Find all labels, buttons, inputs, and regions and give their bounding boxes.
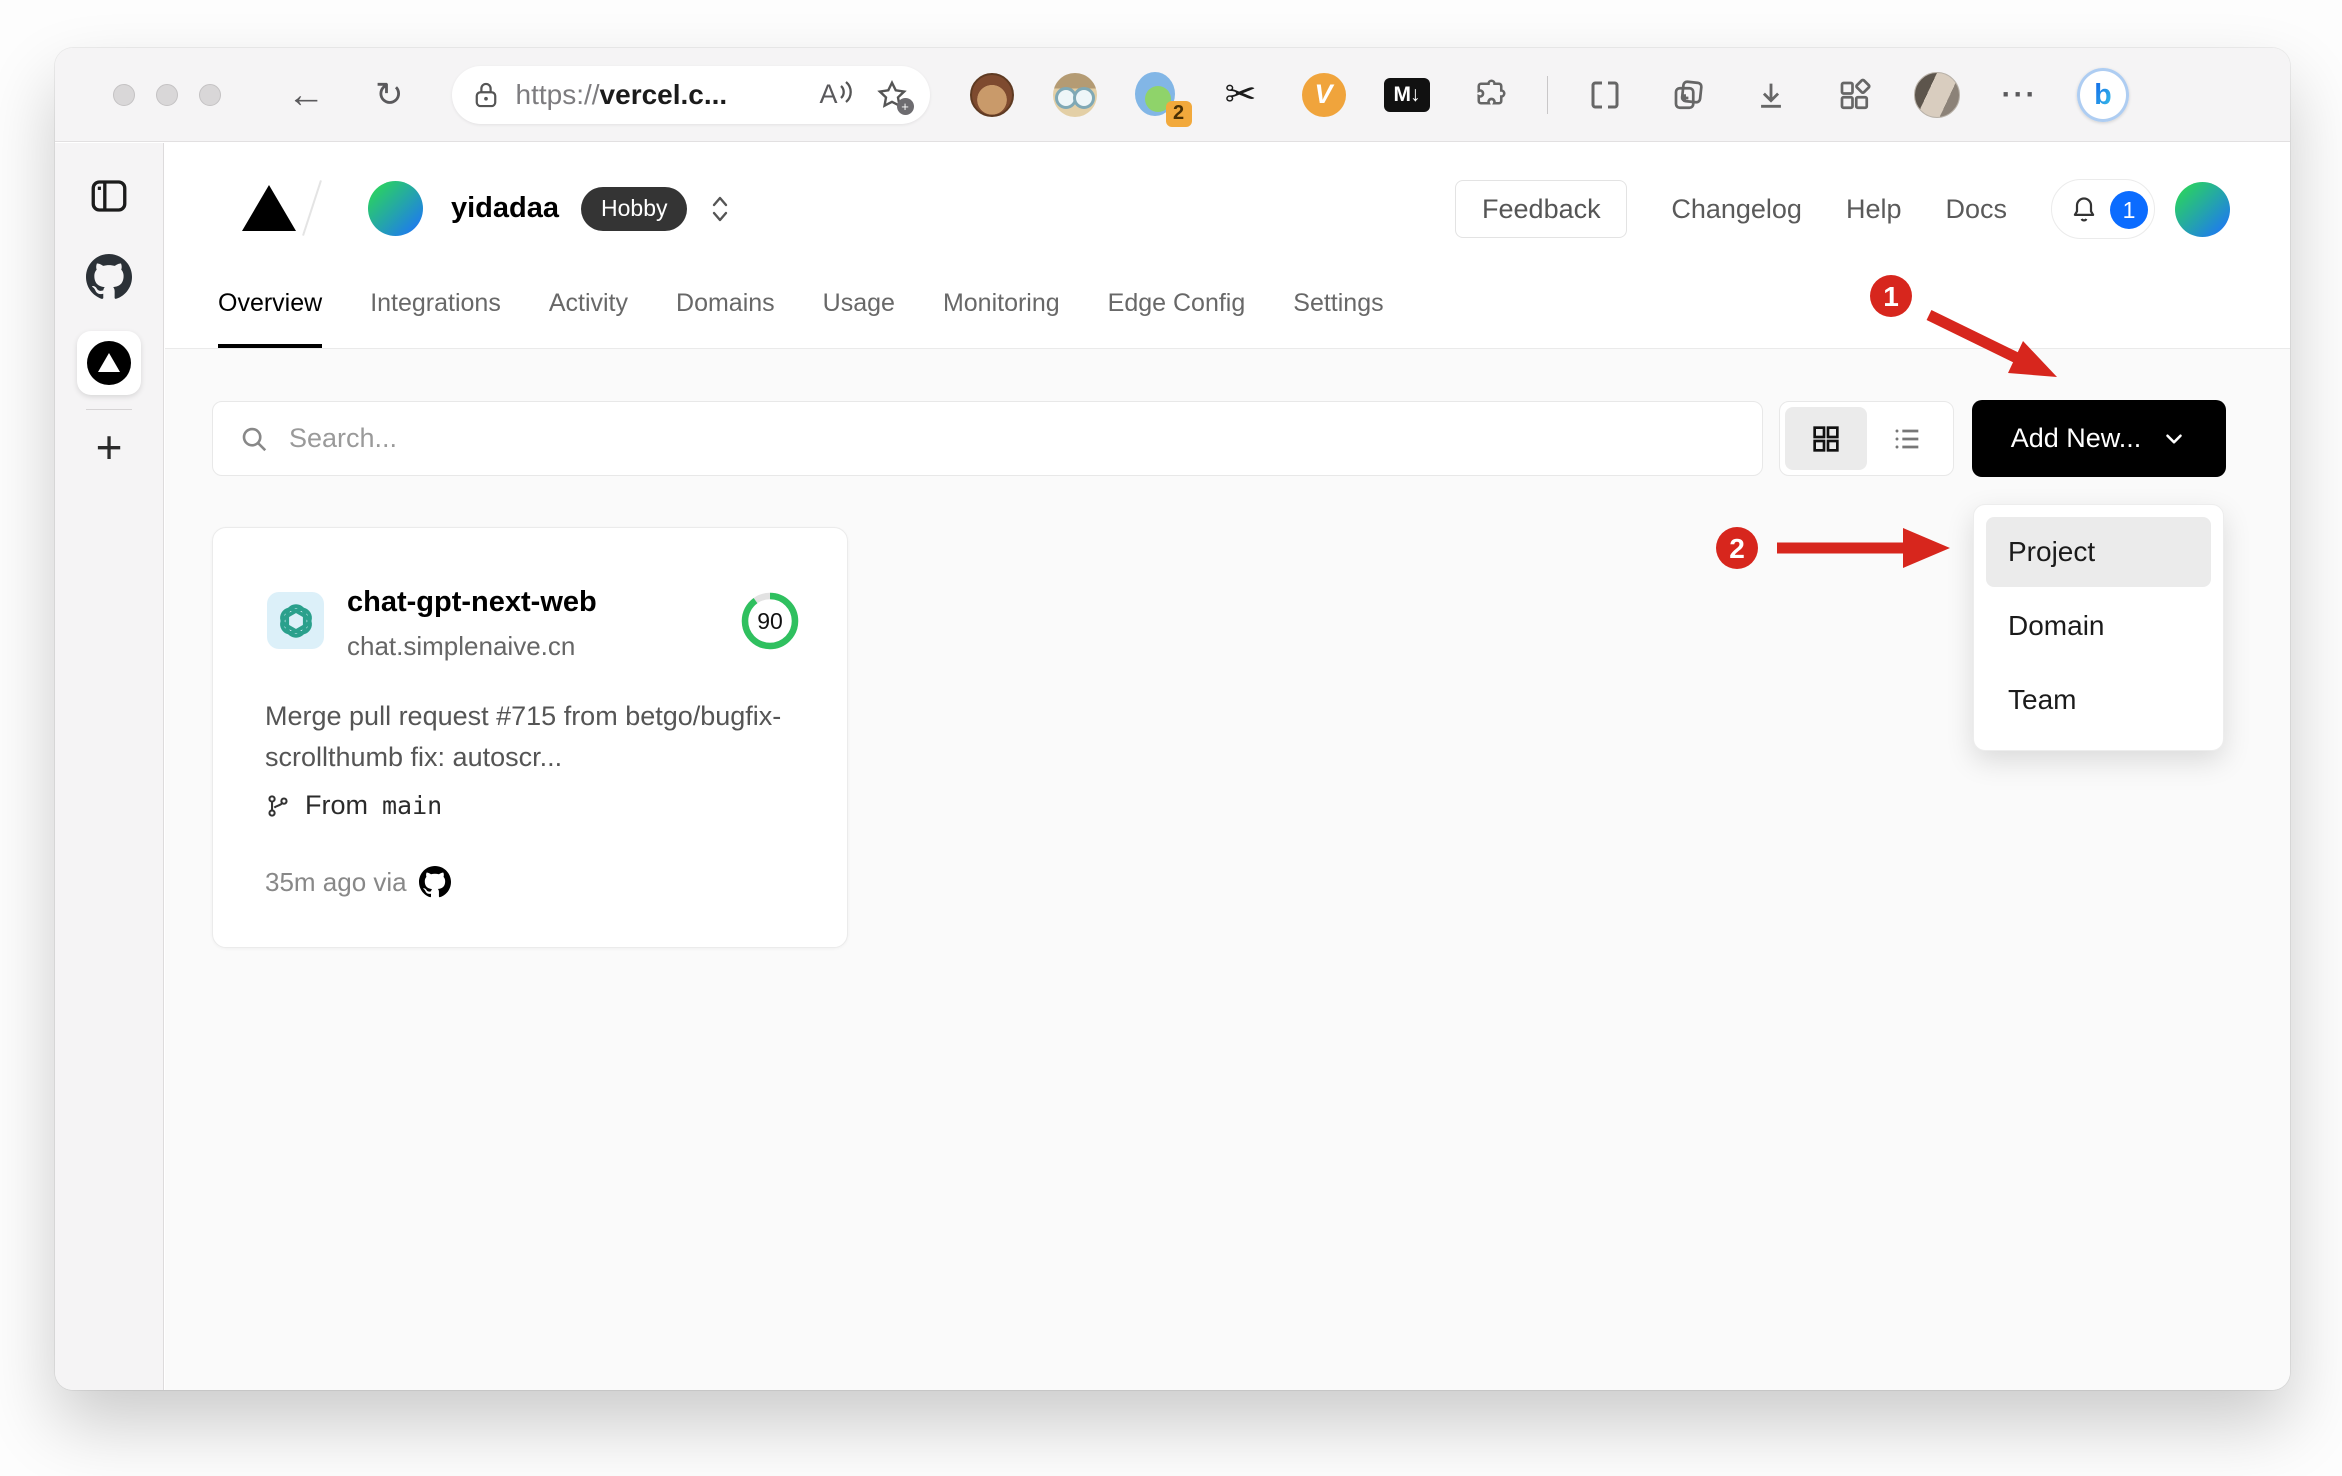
minimize-window-button[interactable] bbox=[156, 83, 178, 106]
project-search[interactable] bbox=[212, 401, 1763, 476]
vertical-tab-strip: + bbox=[55, 143, 164, 1390]
tab-usage[interactable]: Usage bbox=[823, 289, 895, 348]
bing-chat-icon[interactable]: b bbox=[2076, 67, 2129, 122]
dropdown-item-project[interactable]: Project bbox=[1986, 517, 2211, 587]
favorite-star-icon[interactable]: + bbox=[876, 79, 914, 115]
docs-link[interactable]: Docs bbox=[1945, 194, 2007, 225]
avatar-extension-icon[interactable] bbox=[1049, 69, 1101, 121]
markdown-extension-icon[interactable]: M↓ bbox=[1381, 69, 1433, 121]
branch-row: From main bbox=[265, 790, 442, 821]
dashboard-header: yidadaa Hobby Feedback Changelog Help Do… bbox=[165, 143, 2290, 349]
list-view-icon bbox=[1895, 429, 1919, 448]
vercel-dashboard: yidadaa Hobby Feedback Changelog Help Do… bbox=[165, 143, 2290, 1390]
url-text: https://vercel.c... bbox=[515, 78, 728, 110]
proxy-extension-icon[interactable]: 2 bbox=[1132, 69, 1192, 127]
breadcrumb-slash bbox=[302, 180, 322, 236]
dropdown-item-team[interactable]: Team bbox=[1986, 665, 2211, 735]
team-name: yidadaa bbox=[451, 192, 559, 224]
tab-overview[interactable]: Overview bbox=[218, 289, 323, 348]
team-avatar[interactable] bbox=[368, 181, 423, 236]
header-actions: Feedback Changelog Help Docs 1 bbox=[1455, 179, 2230, 239]
user-avatar[interactable] bbox=[2175, 181, 2230, 237]
dashboard-nav-tabs: Overview Integrations Activity Domains U… bbox=[218, 289, 1384, 348]
github-icon bbox=[419, 866, 451, 898]
close-window-button[interactable] bbox=[113, 83, 135, 106]
svg-text:b: b bbox=[2094, 79, 2111, 111]
read-aloud-icon[interactable]: A bbox=[819, 79, 853, 110]
changelog-link[interactable]: Changelog bbox=[1671, 194, 1802, 225]
branch-name[interactable]: main bbox=[382, 791, 442, 820]
team-switcher[interactable]: yidadaa Hobby bbox=[451, 181, 731, 236]
zoom-window-button[interactable] bbox=[199, 83, 221, 106]
branch-label: From bbox=[305, 790, 368, 820]
search-icon bbox=[242, 427, 267, 451]
extensions-bar: 2 ✂ V M↓ ··· b bbox=[966, 67, 2129, 127]
add-new-button[interactable]: Add New... bbox=[1972, 400, 2226, 477]
add-new-dropdown: Project Domain Team bbox=[1973, 504, 2224, 751]
grid-view-button[interactable] bbox=[1785, 407, 1867, 470]
score-value: 90 bbox=[757, 607, 783, 634]
deployment-meta: 35m ago via bbox=[265, 866, 451, 898]
deployment-time: 35m ago via bbox=[265, 866, 407, 897]
clip-extension-icon[interactable]: ✂ bbox=[1215, 69, 1267, 121]
plan-badge: Hobby bbox=[581, 186, 688, 231]
toolbar-divider bbox=[1546, 75, 1548, 114]
downloads-icon[interactable] bbox=[1745, 69, 1797, 121]
chevron-down-icon bbox=[2166, 433, 2183, 444]
profile-avatar[interactable] bbox=[1911, 69, 1963, 121]
tab-domains[interactable]: Domains bbox=[676, 289, 775, 348]
apps-launcher-icon[interactable] bbox=[1828, 69, 1880, 121]
extensions-puzzle-icon[interactable] bbox=[1464, 69, 1516, 121]
browser-window: ← ↻ https://vercel.c... A + 2 ✂ V M↓ ···… bbox=[55, 48, 2290, 1390]
help-link[interactable]: Help bbox=[1846, 194, 1902, 225]
vercel-favicon bbox=[87, 341, 131, 385]
tab-activity[interactable]: Activity bbox=[549, 289, 628, 348]
notifications-button[interactable]: 1 bbox=[2051, 179, 2155, 239]
split-screen-icon[interactable] bbox=[1579, 69, 1631, 121]
vercel-tab-active[interactable] bbox=[77, 331, 141, 395]
search-input[interactable] bbox=[289, 423, 1736, 454]
vercel-logo[interactable] bbox=[242, 185, 296, 231]
lock-icon bbox=[475, 82, 496, 107]
github-tab-icon[interactable] bbox=[86, 254, 132, 305]
address-bar[interactable]: https://vercel.c... A + bbox=[451, 65, 930, 124]
feedback-button[interactable]: Feedback bbox=[1455, 180, 1628, 238]
dropdown-item-domain[interactable]: Domain bbox=[1986, 591, 2211, 661]
project-domain[interactable]: chat.simplenaive.cn bbox=[347, 631, 597, 662]
tab-integrations[interactable]: Integrations bbox=[370, 289, 501, 348]
refresh-button[interactable]: ↻ bbox=[375, 78, 404, 112]
tab-settings[interactable]: Settings bbox=[1293, 289, 1383, 348]
extension-badge: 2 bbox=[1165, 100, 1192, 127]
lighthouse-score: 90 bbox=[741, 592, 799, 650]
tab-edge-config[interactable]: Edge Config bbox=[1108, 289, 1246, 348]
team-select-chevrons-icon[interactable] bbox=[709, 192, 731, 226]
grid-view-icon bbox=[1813, 425, 1839, 452]
project-card[interactable]: chat-gpt-next-web chat.simplenaive.cn 90… bbox=[212, 527, 848, 948]
tab-panel-icon[interactable] bbox=[88, 175, 130, 222]
bell-icon bbox=[2073, 197, 2095, 222]
back-button[interactable]: ← bbox=[287, 76, 325, 114]
new-tab-button[interactable]: + bbox=[96, 424, 123, 470]
latest-commit-message[interactable]: Merge pull request #715 from betgo/bugfi… bbox=[265, 696, 785, 778]
project-favicon-openai-icon bbox=[267, 592, 324, 649]
list-view-button[interactable] bbox=[1867, 407, 1949, 470]
browser-toolbar: ← ↻ https://vercel.c... A + 2 ✂ V M↓ ···… bbox=[55, 48, 2290, 142]
project-name[interactable]: chat-gpt-next-web bbox=[347, 586, 597, 619]
browser-menu-icon[interactable]: ··· bbox=[1994, 69, 2046, 121]
git-branch-icon bbox=[268, 794, 288, 817]
video-extension-icon[interactable]: V bbox=[1298, 69, 1350, 121]
collections-icon[interactable] bbox=[1662, 69, 1714, 121]
project-titles: chat-gpt-next-web chat.simplenaive.cn bbox=[347, 586, 597, 662]
tampermonkey-extension-icon[interactable] bbox=[966, 69, 1018, 121]
view-toggle bbox=[1779, 401, 1954, 476]
notification-count-badge: 1 bbox=[2110, 191, 2148, 229]
window-controls bbox=[113, 83, 221, 106]
tab-strip-divider bbox=[86, 409, 132, 410]
tab-monitoring[interactable]: Monitoring bbox=[943, 289, 1060, 348]
